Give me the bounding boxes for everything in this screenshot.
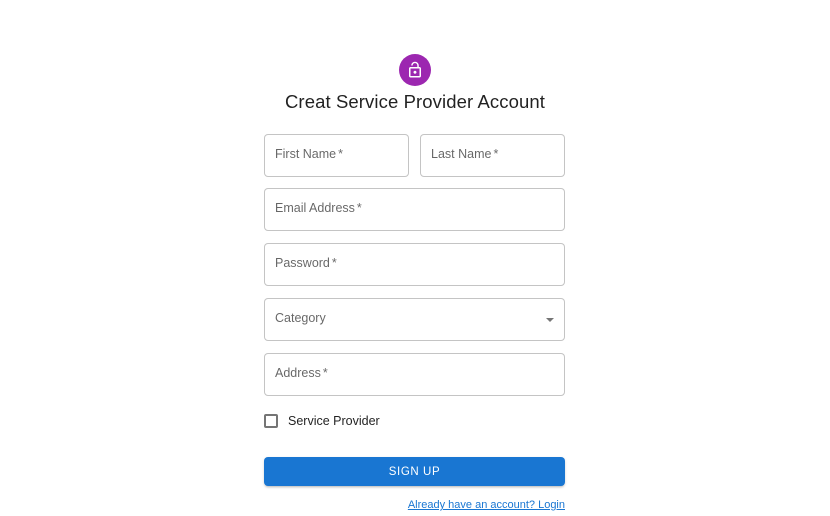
chevron-down-icon[interactable] <box>546 318 554 322</box>
email-field[interactable]: Email Address * <box>264 188 565 231</box>
password-label: Password * <box>275 256 337 270</box>
last-name-label: Last Name * <box>431 147 499 161</box>
address-field[interactable]: Address * <box>264 353 565 396</box>
avatar <box>399 54 431 86</box>
page-title: Creat Service Provider Account <box>284 91 546 112</box>
service-provider-option[interactable]: Service Provider <box>264 414 380 428</box>
lock-open-icon <box>406 61 424 79</box>
first-name-field[interactable]: First Name * <box>264 134 409 177</box>
first-name-label: First Name * <box>275 147 343 161</box>
service-provider-checkbox[interactable] <box>264 414 278 428</box>
signup-page: Creat Service Provider Account First Nam… <box>0 0 830 516</box>
last-name-field[interactable]: Last Name * <box>420 134 565 177</box>
password-field[interactable]: Password * <box>264 243 565 286</box>
service-provider-label: Service Provider <box>288 414 380 428</box>
category-select[interactable]: Category <box>264 298 565 341</box>
sign-up-button[interactable]: Sign Up <box>264 457 565 486</box>
login-link[interactable]: Already have an account? Login <box>408 499 565 511</box>
address-label: Address * <box>275 366 328 380</box>
category-label: Category <box>275 311 326 325</box>
email-label: Email Address * <box>275 201 362 215</box>
